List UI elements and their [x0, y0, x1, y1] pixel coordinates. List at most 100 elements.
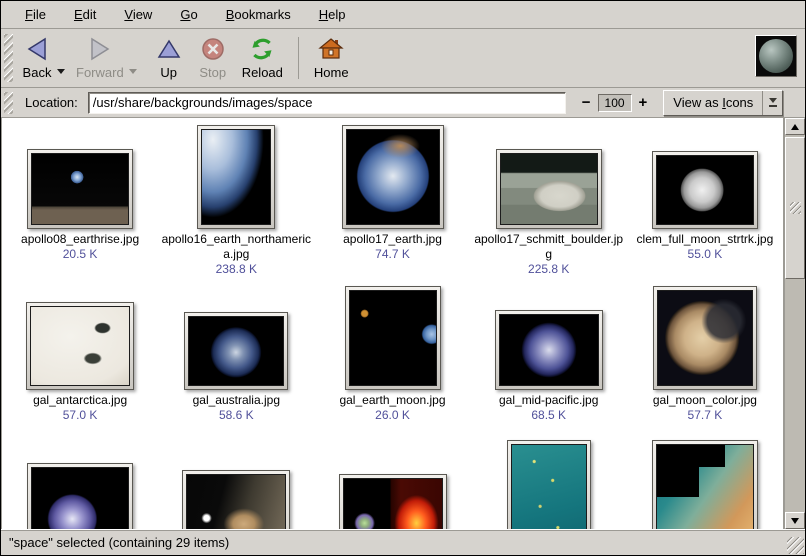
file-name: apollo08_earthrise.jpg — [4, 232, 156, 247]
zoom-level-indicator[interactable]: 100 — [598, 94, 632, 112]
file-item[interactable]: apollo17_earth.jpg 74.7 K — [314, 118, 470, 281]
status-text: "space" selected (containing 29 items) — [1, 535, 229, 550]
stop-button[interactable]: Stop — [191, 31, 235, 85]
file-item[interactable]: gal_earth_moon.jpg 26.0 K — [314, 281, 470, 440]
file-item[interactable]: apollo17_schmitt_boulder.jpg 225.8 K — [471, 118, 627, 281]
menu-file[interactable]: File — [13, 3, 58, 26]
content-area: apollo08_earthrise.jpg 20.5 K apollo16_e… — [1, 118, 805, 529]
file-size: 74.7 K — [317, 247, 469, 262]
file-manager-window: File Edit View Go Bookmarks Help Back Fo… — [0, 0, 806, 556]
file-thumbnail[interactable] — [27, 149, 133, 229]
file-thumbnail[interactable] — [496, 149, 602, 229]
back-label: Back — [23, 65, 52, 80]
file-item[interactable] — [627, 440, 783, 529]
file-size: 26.0 K — [317, 408, 469, 423]
scrollbar-track[interactable] — [785, 135, 805, 512]
forward-label: Forward — [76, 65, 124, 80]
file-name: gal_mid-pacific.jpg — [473, 393, 625, 408]
location-bar-drag-handle[interactable] — [4, 92, 13, 114]
file-thumbnail[interactable] — [507, 440, 591, 529]
file-name: gal_australia.jpg — [160, 393, 312, 408]
home-label: Home — [314, 65, 349, 80]
menu-bookmarks[interactable]: Bookmarks — [214, 3, 303, 26]
file-name: clem_full_moon_strtrk.jpg — [629, 232, 781, 247]
file-thumbnail[interactable] — [197, 125, 275, 229]
file-size: 58.6 K — [160, 408, 312, 423]
up-arrow-icon — [156, 34, 182, 64]
file-size: 57.7 K — [629, 408, 781, 423]
scrollbar-grip-icon — [790, 202, 801, 214]
menu-help[interactable]: Help — [307, 3, 358, 26]
file-item[interactable]: gal_mid-pacific.jpg 68.5 K — [471, 281, 627, 440]
file-size: 225.8 K — [473, 262, 625, 277]
file-item[interactable]: gal_antarctica.jpg 57.0 K — [2, 281, 158, 440]
file-item[interactable] — [471, 440, 627, 529]
file-thumbnail[interactable] — [653, 286, 757, 390]
file-thumbnail[interactable] — [342, 125, 444, 229]
file-item[interactable]: apollo08_earthrise.jpg 20.5 K — [2, 118, 158, 281]
status-bar: "space" selected (containing 29 items) — [1, 529, 805, 555]
zoom-in-button[interactable]: + — [637, 94, 650, 112]
file-item[interactable]: gal_moon_color.jpg 57.7 K — [627, 281, 783, 440]
window-resize-grip[interactable] — [787, 537, 804, 554]
view-as-label: View as Icons — [664, 91, 762, 115]
menu-bar: File Edit View Go Bookmarks Help — [1, 1, 805, 29]
up-label: Up — [160, 65, 177, 80]
menu-edit[interactable]: Edit — [62, 3, 108, 26]
toolbar-separator — [298, 37, 299, 79]
toolbar-drag-handle[interactable] — [4, 34, 13, 82]
file-item[interactable]: clem_full_moon_strtrk.jpg 55.0 K — [627, 118, 783, 281]
file-name: gal_moon_color.jpg — [629, 393, 781, 408]
view-as-dropdown-icon[interactable] — [762, 91, 782, 115]
file-item[interactable]: gal_australia.jpg 58.6 K — [158, 281, 314, 440]
file-size: 55.0 K — [629, 247, 781, 262]
file-thumbnail[interactable] — [339, 474, 447, 529]
file-thumbnail[interactable] — [182, 470, 290, 529]
file-size: 68.5 K — [473, 408, 625, 423]
file-size: 20.5 K — [4, 247, 156, 262]
file-name: apollo17_schmitt_boulder.jpg — [473, 232, 625, 262]
file-name: apollo17_earth.jpg — [317, 232, 469, 247]
file-thumbnail[interactable] — [345, 286, 441, 390]
home-button[interactable]: Home — [307, 31, 356, 85]
location-bar: Location: − 100 + View as Icons — [1, 88, 805, 118]
vertical-scrollbar[interactable] — [784, 118, 805, 529]
file-thumbnail[interactable] — [27, 463, 133, 529]
file-name: apollo16_earth_northamerica.jpg — [160, 232, 312, 262]
file-thumbnail[interactable] — [652, 151, 758, 229]
up-button[interactable]: Up — [147, 31, 191, 85]
icon-view[interactable]: apollo08_earthrise.jpg 20.5 K apollo16_e… — [2, 118, 784, 529]
reload-icon — [249, 34, 275, 64]
file-name: gal_earth_moon.jpg — [317, 393, 469, 408]
file-item[interactable] — [314, 440, 470, 529]
scroll-down-icon — [791, 518, 799, 524]
zoom-controls: − 100 + — [580, 94, 650, 112]
view-as-selector[interactable]: View as Icons — [663, 90, 783, 116]
file-thumbnail[interactable] — [26, 302, 134, 390]
back-history-dropdown-icon[interactable] — [57, 69, 65, 74]
file-size: 57.0 K — [4, 408, 156, 423]
file-item[interactable]: apollo16_earth_northamerica.jpg 238.8 K — [158, 118, 314, 281]
menu-go[interactable]: Go — [168, 3, 209, 26]
file-name: gal_antarctica.jpg — [4, 393, 156, 408]
file-thumbnail[interactable] — [652, 440, 758, 529]
file-size: 238.8 K — [160, 262, 312, 277]
scrollbar-thumb[interactable] — [785, 137, 805, 279]
toolbar: Back Forward Up — [1, 29, 805, 88]
file-thumbnail[interactable] — [184, 312, 288, 390]
menu-view[interactable]: View — [112, 3, 164, 26]
file-item[interactable] — [2, 440, 158, 529]
file-thumbnail[interactable] — [495, 310, 603, 390]
file-item[interactable] — [158, 440, 314, 529]
location-input[interactable] — [88, 92, 566, 114]
back-icon — [24, 34, 50, 64]
scroll-up-button[interactable] — [785, 118, 805, 135]
zoom-out-button[interactable]: − — [580, 94, 593, 112]
forward-history-dropdown-icon[interactable] — [129, 69, 137, 74]
home-icon — [318, 34, 344, 64]
forward-button[interactable]: Forward — [69, 31, 131, 85]
stop-icon — [200, 34, 226, 64]
reload-button[interactable]: Reload — [235, 31, 290, 85]
back-button[interactable]: Back — [15, 31, 59, 85]
scroll-down-button[interactable] — [785, 512, 805, 529]
